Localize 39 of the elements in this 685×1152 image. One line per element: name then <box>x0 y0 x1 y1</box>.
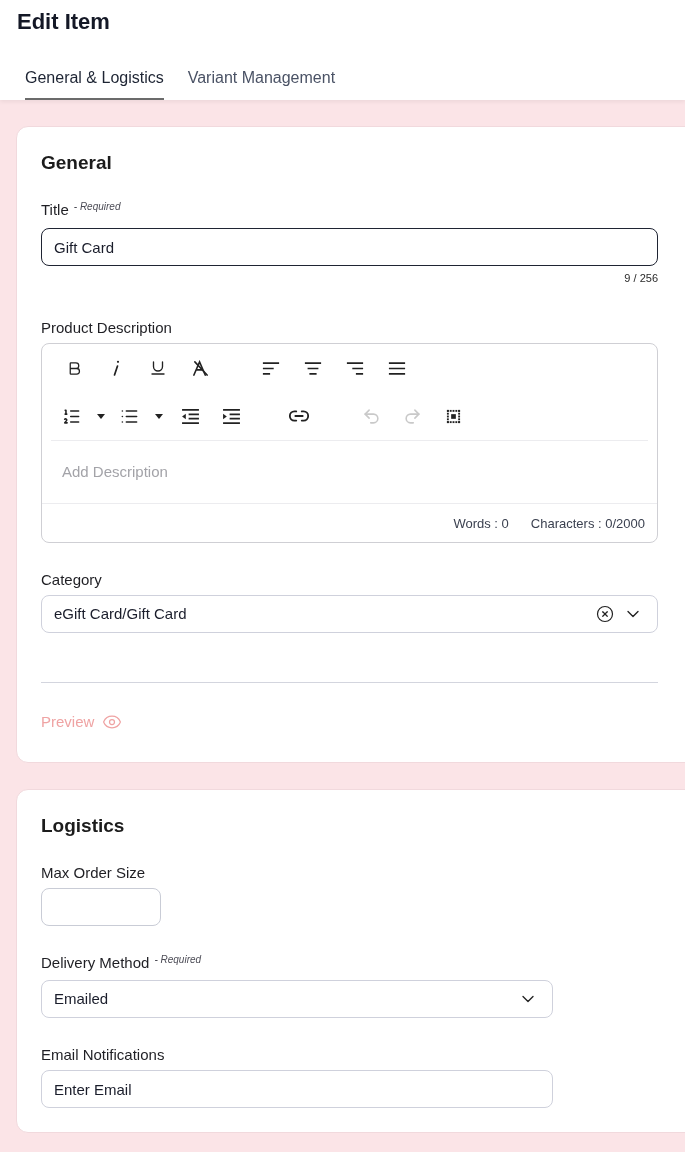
page-title: Edit Item <box>17 9 111 35</box>
field-label: Max Order Size <box>41 863 146 883</box>
undo-icon <box>361 406 381 426</box>
caret-icon <box>155 413 163 419</box>
title-input[interactable]: Gift Card <box>41 228 658 266</box>
align-justify-icon <box>388 361 406 375</box>
ordered-list-icon <box>61 406 81 426</box>
field-label: Product Description <box>41 318 172 338</box>
section-heading: General <box>41 151 113 175</box>
field-label: Title <box>41 200 69 220</box>
category-select[interactable]: eGift Card/Gift Card <box>41 595 658 633</box>
description-input[interactable]: Add Description <box>42 441 657 503</box>
italic-icon <box>112 360 120 376</box>
clear-icon[interactable] <box>596 605 614 623</box>
field-label: Email Notifications <box>41 1045 165 1065</box>
required-note: - Required <box>73 200 121 214</box>
field-label: Delivery Method <box>41 953 150 973</box>
tab[interactable]: Variant Management <box>187 68 336 100</box>
outdent-icon <box>180 408 200 424</box>
max-order-size-input[interactable] <box>41 888 161 926</box>
word-count: Words : 0 <box>453 515 509 534</box>
delivery-method-select[interactable]: Emailed <box>41 980 553 1018</box>
rich-text-editor[interactable]: Add Description Words : 0 Characters : 0/2000 <box>41 343 658 543</box>
clear-format-icon <box>191 360 209 376</box>
character-counter: 9 / 256 <box>624 271 658 285</box>
align-left-icon <box>262 361 280 375</box>
email-input[interactable]: Enter Email <box>41 1070 553 1108</box>
tab[interactable]: General & Logistics <box>25 68 164 100</box>
character-count: Characters : 0/2000 <box>530 515 645 534</box>
indent-icon <box>221 408 241 424</box>
caret-icon <box>97 413 105 419</box>
align-center-icon <box>304 361 322 375</box>
field-label: Category <box>41 570 102 590</box>
select-all-icon <box>445 408 461 424</box>
section-heading: Logistics <box>41 814 126 838</box>
underline-icon <box>149 359 167 377</box>
align-right-icon <box>346 361 364 375</box>
required-note: - Required <box>154 953 202 967</box>
redo-icon <box>402 406 422 426</box>
